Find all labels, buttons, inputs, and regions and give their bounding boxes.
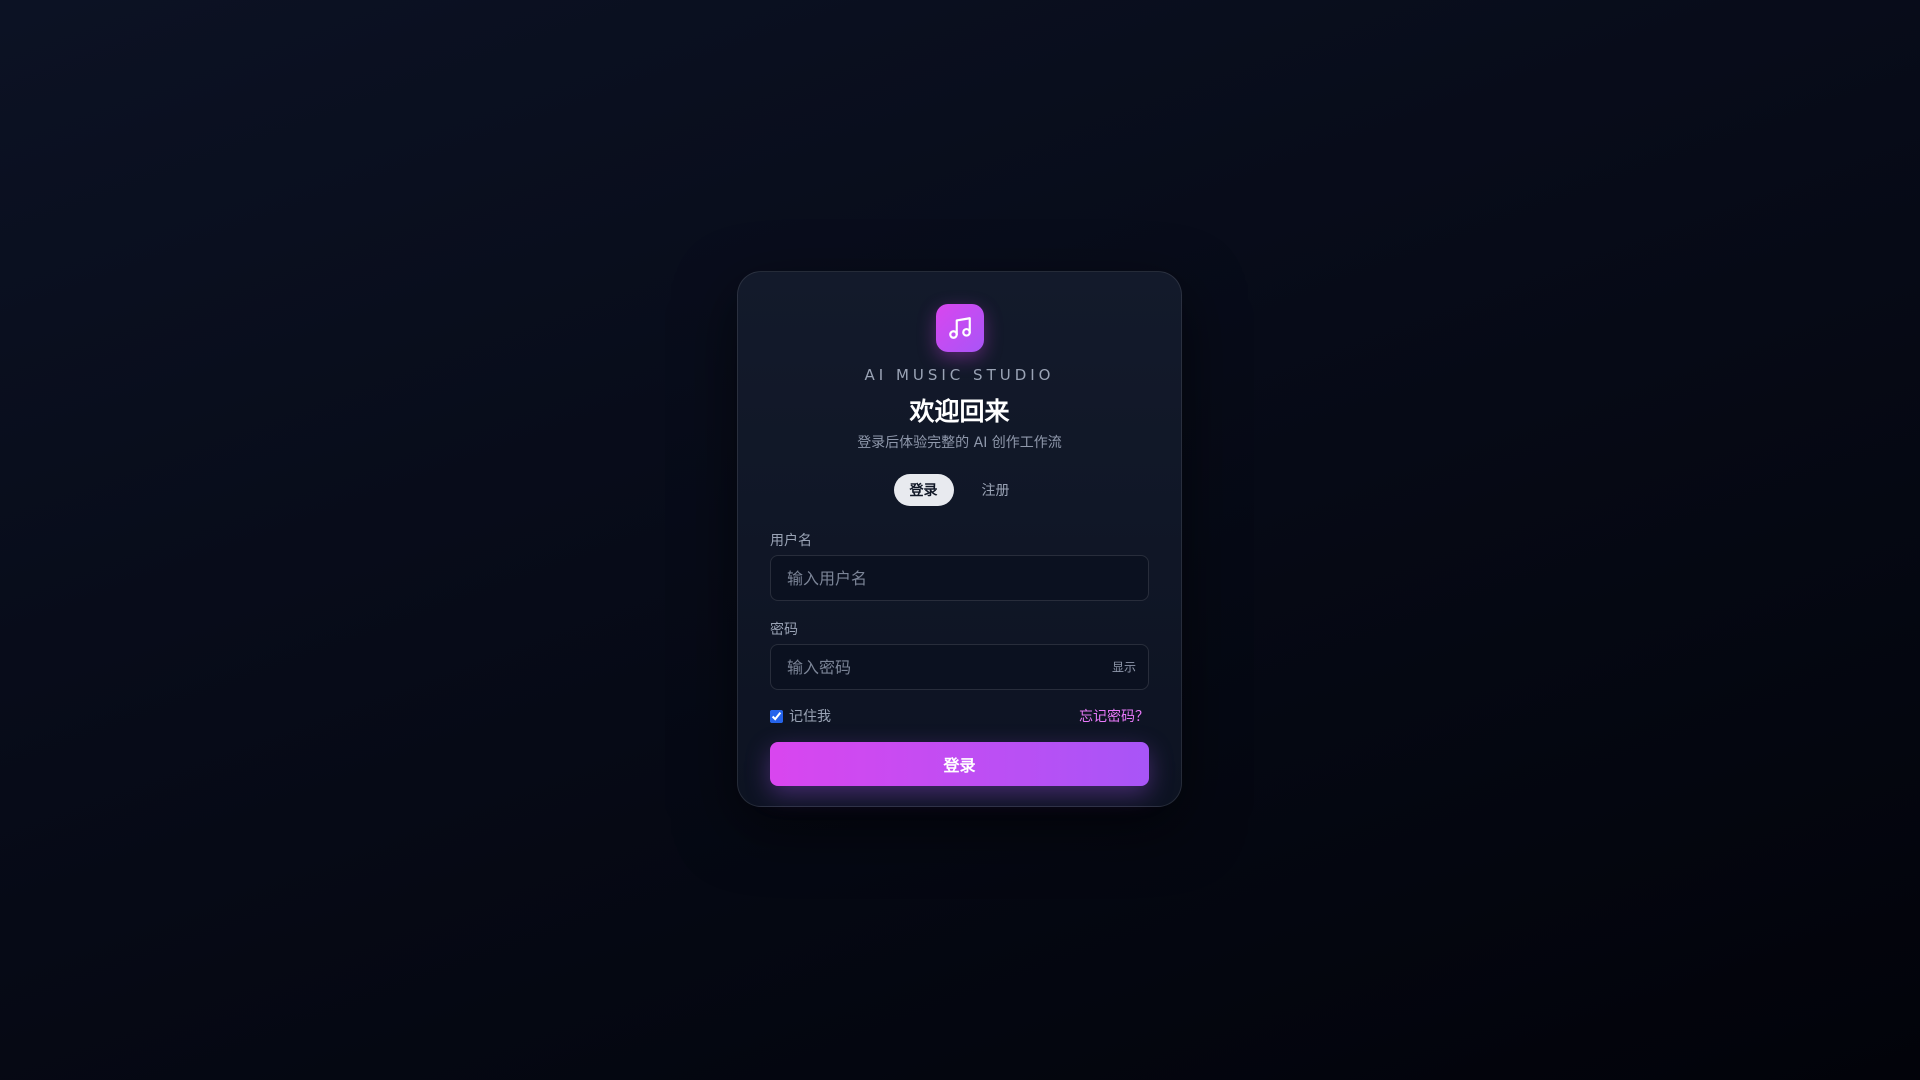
auth-tabs: 登录 注册 — [770, 474, 1149, 506]
logo-wrap — [770, 304, 1149, 352]
login-button[interactable]: 登录 — [770, 742, 1149, 786]
login-card: AI MUSIC STUDIO 欢迎回来 登录后体验完整的 AI 创作工作流 登… — [737, 271, 1182, 807]
password-field-group: 密码 显示 — [770, 619, 1149, 690]
remember-me: 记住我 — [770, 706, 831, 726]
username-label: 用户名 — [770, 533, 812, 549]
username-input-box — [770, 555, 1149, 601]
page-subtitle: 登录后体验完整的 AI 创作工作流 — [857, 435, 1062, 451]
show-password-toggle[interactable]: 显示 — [1112, 659, 1136, 676]
tab-register[interactable]: 注册 — [966, 474, 1026, 506]
password-label: 密码 — [770, 622, 798, 638]
page-title: 欢迎回来 — [909, 397, 1010, 426]
remember-label: 记住我 — [789, 709, 831, 725]
password-input[interactable] — [771, 645, 1148, 689]
music-note-icon — [935, 304, 984, 352]
remember-checkbox[interactable] — [770, 709, 783, 723]
tab-login[interactable]: 登录 — [893, 474, 954, 506]
options-row: 记住我 忘记密码？ — [770, 706, 1149, 726]
username-input[interactable] — [771, 556, 1148, 600]
username-field-group: 用户名 — [770, 530, 1149, 601]
forgot-password-link[interactable]: 忘记密码？ — [1079, 706, 1149, 726]
password-input-box: 显示 — [770, 644, 1149, 690]
brand-name: AI MUSIC STUDIO — [864, 366, 1055, 384]
